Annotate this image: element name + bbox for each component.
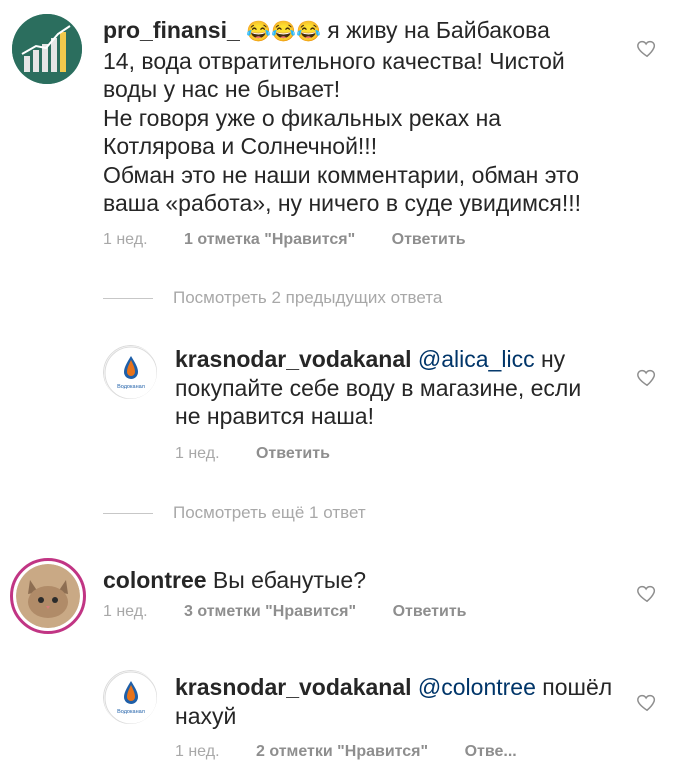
- logo-text: Водоканал: [117, 709, 145, 715]
- likes-count[interactable]: 3 отметки "Нравится": [184, 603, 356, 620]
- likes-count[interactable]: 1 отметка "Нравится": [184, 231, 355, 248]
- reply-username[interactable]: krasnodar_vodakanal: [175, 674, 412, 700]
- avatar-pro-finansi[interactable]: [12, 14, 82, 84]
- comment-meta: 1 нед. 3 отметки "Нравится" Ответить: [103, 603, 467, 621]
- comment-time: 1 нед.: [103, 603, 148, 620]
- comment-text: Вы ебанутые?: [212, 567, 367, 593]
- comment-body: pro_finansi_ 😂😂😂 я живу на Байбакова 14,…: [103, 16, 623, 218]
- reply-body: krasnodar_vodakanal @colontree пошёл нах…: [175, 673, 615, 730]
- reply-body: krasnodar_vodakanal @alica_licc ну покуп…: [175, 345, 615, 431]
- like-heart-icon[interactable]: [636, 366, 658, 388]
- reply-button[interactable]: Ответить: [256, 445, 330, 462]
- logo-text: Водоканал: [117, 384, 145, 390]
- reply-text-line: ну: [540, 346, 566, 372]
- comment-username[interactable]: pro_finansi_: [103, 17, 240, 43]
- comment-text-line: 14, вода отвратительного качества! Чисто…: [103, 47, 565, 74]
- comment-time: 1 нед.: [103, 231, 148, 248]
- reply-username[interactable]: krasnodar_vodakanal: [175, 346, 412, 372]
- comment-text-line: Обман это не наши комментарии, обман это: [103, 161, 580, 188]
- comment-meta: 1 нед. 1 отметка "Нравится" Ответить: [103, 231, 466, 249]
- vodakanal-logo-icon: Водоканал: [103, 345, 157, 399]
- comment-text-line: я живу на Байбакова: [327, 17, 550, 43]
- reply-time: 1 нед.: [175, 743, 220, 760]
- view-previous-replies[interactable]: Посмотреть 2 предыдущих ответа: [103, 288, 442, 308]
- reply-text-line: не нравится наша!: [175, 403, 374, 429]
- thread-line: [103, 297, 153, 299]
- comment-text-line: ваша «работа», ну ничего в суде увидимся…: [103, 190, 582, 216]
- comment-text-line: Не говоря уже о фикальных реках на: [103, 104, 502, 131]
- laughing-emoji-icon: 😂😂😂: [246, 21, 321, 43]
- vodakanal-logo-icon: Водоканал: [103, 670, 157, 724]
- reply-meta: 1 нед. Ответить: [175, 445, 330, 463]
- mention-link[interactable]: @alica_licc: [418, 346, 535, 372]
- avatar-krasnodar-vodakanal[interactable]: Водоканал: [103, 345, 157, 399]
- avatar-colontree[interactable]: [10, 558, 86, 634]
- view-more-replies-label: Посмотреть ещё 1 ответ: [173, 503, 366, 522]
- like-heart-icon[interactable]: [636, 37, 658, 59]
- cat-photo-icon: [16, 564, 80, 628]
- comment-text-line: Котлярова и Солнечной!!!: [103, 133, 378, 159]
- reply-button[interactable]: Отве...: [465, 743, 517, 760]
- like-heart-icon[interactable]: [636, 582, 658, 604]
- like-heart-icon[interactable]: [636, 691, 658, 713]
- avatar-krasnodar-vodakanal[interactable]: Водоканал: [103, 670, 157, 724]
- thread-line: [103, 512, 153, 514]
- reply-time: 1 нед.: [175, 445, 220, 462]
- reply-button[interactable]: Ответить: [392, 231, 466, 248]
- view-previous-replies-label: Посмотреть 2 предыдущих ответа: [173, 288, 443, 307]
- likes-count[interactable]: 2 отметки "Нравится": [256, 743, 428, 760]
- reply-button[interactable]: Ответить: [393, 603, 467, 620]
- comment-username[interactable]: colontree: [103, 567, 207, 593]
- comment-body: colontree Вы ебанутые?: [103, 566, 623, 595]
- view-more-replies[interactable]: Посмотреть ещё 1 ответ: [103, 503, 366, 523]
- finance-chart-icon: [12, 14, 82, 84]
- reply-text-line: покупайте себе воду в магазине, если: [175, 374, 582, 401]
- reply-text-line: нахуй: [175, 702, 237, 729]
- reply-meta: 1 нед. 2 отметки "Нравится" Отве...: [175, 743, 517, 761]
- reply-text-line: пошёл: [542, 674, 613, 700]
- mention-link[interactable]: @colontree: [418, 674, 536, 700]
- comment-text-line: воды у нас не бывает!: [103, 76, 341, 102]
